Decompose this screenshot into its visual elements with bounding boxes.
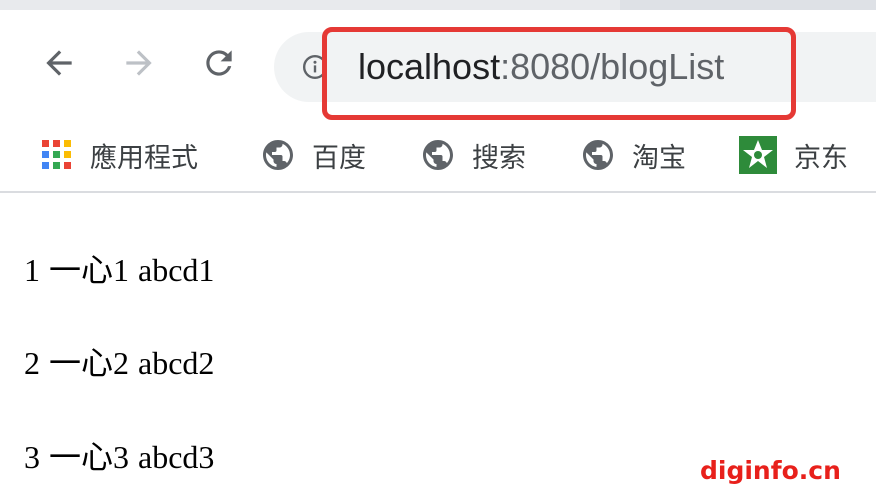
globe-icon (423, 140, 453, 170)
bookmark-label: 應用程式 (90, 142, 198, 174)
active-tab-edge[interactable] (0, 0, 620, 10)
jd-logo-icon (739, 136, 777, 174)
blog-content: abcd2 (138, 345, 215, 381)
blog-content: abcd3 (138, 439, 215, 475)
blog-content: abcd1 (138, 252, 215, 288)
globe-icon (263, 140, 293, 170)
bookmark-label: 京东 (794, 142, 848, 174)
bookmark-apps[interactable]: 應用程式 (40, 130, 198, 180)
browser-toolbar: localhost:8080/blogList (0, 10, 876, 122)
url-highlight-annotation (322, 27, 796, 120)
watermark: diginfo.cn (700, 456, 841, 485)
bookmark-taobao[interactable]: 淘宝 (580, 130, 686, 180)
reload-icon (206, 50, 232, 76)
apps-grid-icon (42, 140, 71, 169)
back-button[interactable] (32, 36, 86, 90)
bookmark-jd[interactable]: 京东 (738, 130, 848, 180)
bookmarks-bar: 應用程式 百度 搜索 淘宝 京东 (0, 122, 876, 190)
blog-row: 1 一心1 abcd1 (24, 245, 214, 291)
bookmark-baidu[interactable]: 百度 (260, 130, 366, 180)
forward-arrow-icon (126, 50, 152, 76)
blog-name: 一心2 (49, 345, 130, 381)
reload-button[interactable] (192, 36, 246, 90)
bookmark-label: 百度 (312, 142, 366, 174)
blog-name: 一心3 (49, 439, 130, 475)
blog-id: 3 (24, 439, 40, 475)
bookmark-search[interactable]: 搜索 (420, 130, 526, 180)
page-content: 1 一心1 abcd1 2 一心2 abcd2 3 一心3 abcd3 (0, 193, 876, 500)
blog-id: 2 (24, 345, 40, 381)
bookmark-label: 淘宝 (632, 142, 686, 174)
forward-button[interactable] (112, 36, 166, 90)
blog-row: 3 一心3 abcd3 (24, 432, 214, 478)
globe-icon (583, 140, 613, 170)
blog-name: 一心1 (49, 252, 130, 288)
tab-strip (0, 0, 876, 10)
blog-id: 1 (24, 252, 40, 288)
blog-row: 2 一心2 abcd2 (24, 338, 214, 384)
back-arrow-icon (46, 50, 72, 76)
bookmark-label: 搜索 (472, 142, 526, 174)
